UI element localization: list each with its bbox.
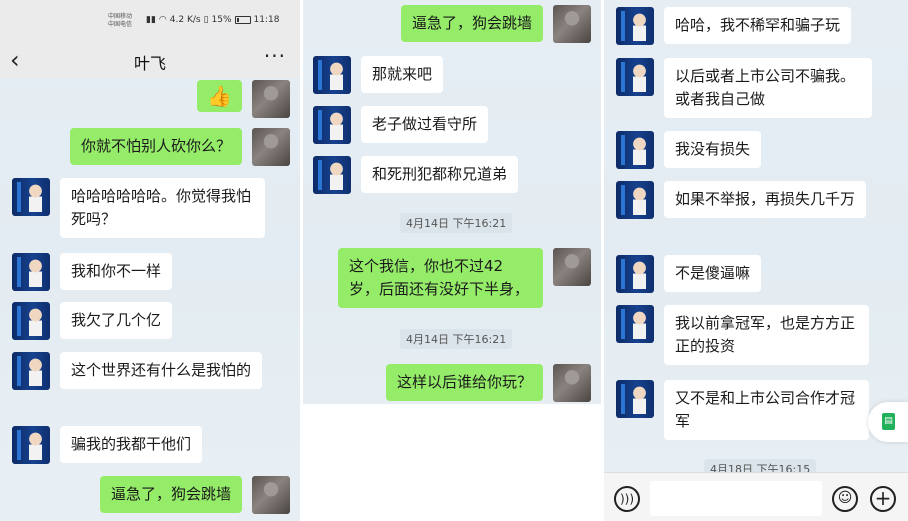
contact-avatar[interactable] [616, 380, 654, 418]
contact-avatar[interactable] [12, 178, 50, 216]
message-in: 以后或者上市公司不骗我。或者我自己做 [616, 58, 872, 118]
chat-screenshot-2: 逼急了，狗会跳墙 那就来吧 老子做过看守所 和死刑犯都称兄道弟 4月14日 下午… [303, 0, 601, 521]
self-avatar[interactable] [252, 128, 290, 166]
contact-avatar[interactable] [616, 255, 654, 293]
message-in: 哈哈，我不稀罕和骗子玩 [616, 7, 852, 45]
message-out: 👍 [197, 80, 290, 118]
message-in: 骗我的我都干他们 [12, 426, 203, 464]
message-bubble[interactable]: 骗我的我都干他们 [60, 426, 203, 463]
carrier-2: 中国电信 [108, 21, 133, 28]
contact-avatar[interactable] [313, 106, 351, 144]
message-bubble[interactable]: 不是傻逼嘛 [664, 255, 762, 292]
message-bubble[interactable]: 逼急了，狗会跳墙 [400, 5, 543, 42]
contact-avatar[interactable] [313, 56, 351, 94]
input-bar: ))) ☺ + [604, 472, 908, 521]
message-bubble[interactable]: 老子做过看守所 [361, 106, 489, 143]
contact-avatar[interactable] [616, 305, 654, 343]
message-in: 不是傻逼嘛 [616, 255, 762, 293]
contact-avatar[interactable] [616, 181, 654, 219]
message-bubble[interactable]: 我以前拿冠军，也是方方正正的投资 [664, 305, 869, 365]
message-in: 我没有损失 [616, 131, 762, 169]
self-avatar[interactable] [252, 80, 290, 118]
message-bubble[interactable]: 哈哈，我不稀罕和骗子玩 [664, 7, 852, 44]
contact-avatar[interactable] [12, 253, 50, 291]
message-bubble[interactable]: 那就来吧 [361, 56, 444, 93]
chat-title: 叶飞 [133, 54, 166, 73]
chat-header: ‹ 叶飞 ··· [0, 42, 300, 78]
self-avatar[interactable] [553, 5, 591, 43]
document-icon: ▤ [882, 413, 895, 430]
voice-icon[interactable]: ))) [614, 486, 640, 512]
carrier-1: 中国移动 [108, 13, 133, 20]
message-bubble[interactable]: 我欠了几个亿 [60, 302, 173, 339]
message-in: 那就来吧 [313, 56, 444, 94]
battery-icon [234, 16, 251, 24]
message-in: 又不是和上市公司合作才冠军 [616, 380, 869, 440]
message-in: 我以前拿冠军，也是方方正正的投资 [616, 305, 869, 365]
message-bubble[interactable]: 如果不举报，再损失几千万 [664, 181, 867, 218]
signal-icon: ▮▮ [146, 15, 156, 25]
message-input[interactable] [650, 481, 822, 516]
message-bubble[interactable]: 又不是和上市公司合作才冠军 [664, 380, 869, 440]
contact-avatar[interactable] [12, 352, 50, 390]
plus-icon[interactable]: + [870, 486, 896, 512]
message-bubble[interactable]: 以后或者上市公司不骗我。或者我自己做 [664, 58, 872, 118]
message-bubble[interactable]: 这个世界还有什么是我怕的 [60, 352, 263, 389]
wifi-icon: ◠ [158, 15, 167, 25]
floating-action-button[interactable]: ▤ [868, 402, 908, 442]
message-bubble[interactable]: 哈哈哈哈哈哈。你觉得我怕死吗？ [60, 178, 265, 238]
vibrate-icon: ▯ [203, 15, 209, 25]
contact-avatar[interactable] [313, 156, 351, 194]
self-avatar[interactable] [553, 364, 591, 402]
contact-avatar[interactable] [12, 426, 50, 464]
message-out: 这个我信，你也不过42岁，后面还有没好下半身， [338, 248, 591, 308]
message-bubble[interactable]: 我和你不一样 [60, 253, 173, 290]
message-in: 这个世界还有什么是我怕的 [12, 352, 263, 390]
self-avatar[interactable] [252, 476, 290, 514]
message-bubble[interactable]: 你就不怕别人砍你么？ [69, 128, 242, 165]
timestamp: 4月14日 下午16:21 [400, 329, 513, 349]
message-bubble[interactable]: 和死刑犯都称兄道弟 [361, 156, 519, 193]
message-in: 我欠了几个亿 [12, 302, 173, 340]
blank-area [303, 404, 601, 521]
message-in: 我和你不一样 [12, 253, 173, 291]
battery-percent: 15% [211, 15, 232, 25]
message-out: 逼急了，狗会跳墙 [99, 476, 290, 514]
message-out: 这样以后谁给你玩？ [385, 364, 591, 402]
self-avatar[interactable] [553, 248, 591, 286]
message-bubble[interactable]: 逼急了，狗会跳墙 [99, 476, 242, 513]
net-speed: 4.2 K/s [169, 15, 201, 25]
status-bar: 中国移动 中国电信 ▮▮ ◠ 4.2 K/s ▯ 15% 11:18 [0, 0, 300, 42]
message-bubble[interactable]: 这样以后谁给你玩？ [385, 364, 543, 401]
emoji-icon[interactable]: ☺ [832, 486, 858, 512]
message-in: 哈哈哈哈哈哈。你觉得我怕死吗？ [12, 178, 265, 238]
message-in: 和死刑犯都称兄道弟 [313, 156, 519, 194]
contact-avatar[interactable] [616, 131, 654, 169]
message-in: 如果不举报，再损失几千万 [616, 181, 867, 219]
contact-avatar[interactable] [616, 58, 654, 96]
timestamp: 4月14日 下午16:21 [400, 213, 513, 233]
more-options-icon[interactable]: ··· [264, 44, 286, 68]
clock: 11:18 [253, 15, 280, 25]
message-bubble[interactable]: 这个我信，你也不过42岁，后面还有没好下半身， [338, 248, 543, 308]
chat-screenshot-1: 中国移动 中国电信 ▮▮ ◠ 4.2 K/s ▯ 15% 11:18 ‹ 叶飞 … [0, 0, 300, 521]
chat-screenshot-3: 哈哈，我不稀罕和骗子玩 以后或者上市公司不骗我。或者我自己做 我没有损失 如果不… [604, 0, 908, 521]
message-out: 你就不怕别人砍你么？ [69, 128, 290, 166]
message-bubble[interactable]: 我没有损失 [664, 131, 762, 168]
message-out: 逼急了，狗会跳墙 [400, 5, 591, 43]
contact-avatar[interactable] [616, 7, 654, 45]
thumbs-up-emoji[interactable]: 👍 [197, 80, 242, 112]
contact-avatar[interactable] [12, 302, 50, 340]
message-in: 老子做过看守所 [313, 106, 489, 144]
